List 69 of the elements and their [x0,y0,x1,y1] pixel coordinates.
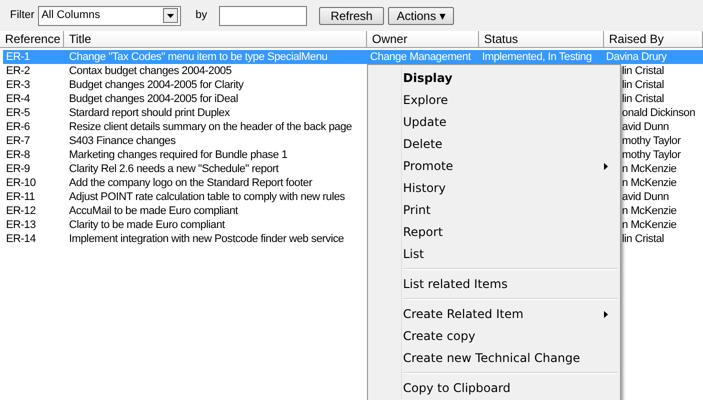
table-cell: n McKenzie [622,204,676,218]
table-cell[interactable]: ER-11 [3,190,66,204]
table-cell: n McKenzie [622,162,676,176]
table-cell: avid Dunn [622,120,669,134]
table-cell[interactable]: ER-12 [3,204,66,218]
menu-item[interactable]: Create Related Item [368,303,620,325]
table-cell[interactable]: ER-9 [3,162,66,176]
table-cell-text: Davina Drury [605,50,667,64]
table-cell[interactable]: S403 Finance changes [66,134,367,148]
menu-item[interactable]: Explore [368,89,620,111]
table-cell[interactable]: Add the company logo on the Standard Report footer [66,176,367,190]
table-cell: mothy Taylor [622,148,681,162]
table-cell[interactable]: Clarity to be made Euro compliant [66,218,367,232]
menu-item[interactable]: Create new Technical Change [368,347,620,369]
table-cell: lin Cristal [622,78,664,92]
column-header[interactable]: Raised By [604,31,703,47]
table-cell[interactable]: ER-10 [3,176,66,190]
table-cell: onald Dickinson [622,106,696,120]
table-cell: lin Cristal [622,232,664,246]
table-cell[interactable]: ER-2 [3,64,66,78]
table-cell[interactable]: ER-6 [3,120,66,134]
filter-dropdown[interactable]: All Columns [38,6,182,26]
table-cell[interactable]: Budget changes 2004-2005 for Clarity [66,78,367,92]
table-cell[interactable]: Resize client details summary on the header of the back page [66,120,367,134]
table-cell-text: Implemented, In Testing [481,50,593,64]
table-cell[interactable]: ER-3 [3,78,66,92]
menu-item[interactable]: Copy to Clipboard [368,377,620,399]
table-cell: mothy Taylor [622,134,681,148]
submenu-arrow-icon [604,163,608,170]
table-cell[interactable]: Clarity Rel 2.6 needs a new "Schedule" report [66,162,367,176]
table-cell[interactable]: ER-14 [3,232,66,246]
submenu-arrow-icon [604,311,608,318]
menu-item[interactable]: Print [368,199,620,221]
table-cell[interactable]: Stardard report should print Duplex [66,106,367,120]
menu-item[interactable]: Delete [368,133,620,155]
table-cell[interactable]: Implement integration with new Postcode finder web service [66,232,367,246]
table-cell: n McKenzie [622,176,676,190]
table-cell[interactable]: Adjust POINT rate calculation table to comply with new rules [66,190,367,204]
column-header[interactable]: Owner [367,31,479,47]
table-cell: lin Cristal [622,92,664,106]
table-cell: avid Dunn [622,190,669,204]
column-header[interactable]: Reference [0,31,64,47]
menu-item[interactable]: Create copy [368,325,620,347]
table-cell[interactable]: AccuMail to be made Euro compliant [66,204,367,218]
menu-item[interactable]: List related Items [368,273,620,295]
table-cell[interactable]: ER-7 [3,134,66,148]
table-cell[interactable]: Marketing changes required for Bundle phase 1 [66,148,367,162]
search-field[interactable] [219,6,308,26]
refresh-button[interactable]: Refresh [319,6,384,24]
table-cell[interactable]: ER-13 [3,218,66,232]
table-cell[interactable]: ER-8 [3,148,66,162]
actions-button[interactable]: Actions ▾ [388,6,454,24]
table-cell[interactable]: ER-4 [3,92,66,106]
column-header[interactable]: Status [479,31,604,47]
menu-item[interactable]: List [368,243,620,265]
menu-item[interactable]: Report [368,221,620,243]
table-cell: lin Cristal [622,64,664,78]
by-label: by [195,8,208,24]
menu-item[interactable]: Promote [368,155,620,177]
table-cell: n McKenzie [622,218,676,232]
filter-label: Filter [10,8,34,24]
table-cell[interactable]: Budget changes 2004-2005 for iDeal [66,92,367,106]
table-cell[interactable]: ER-5 [3,106,66,120]
table-cell[interactable]: Contax budget changes 2004-2005 [66,64,367,78]
menu-item[interactable]: Update [368,111,620,133]
table-cell-text: Change Management [369,50,472,64]
menu-item[interactable]: Display [368,67,620,89]
column-header[interactable]: Title [64,31,367,47]
menu-item[interactable]: History [368,177,620,199]
